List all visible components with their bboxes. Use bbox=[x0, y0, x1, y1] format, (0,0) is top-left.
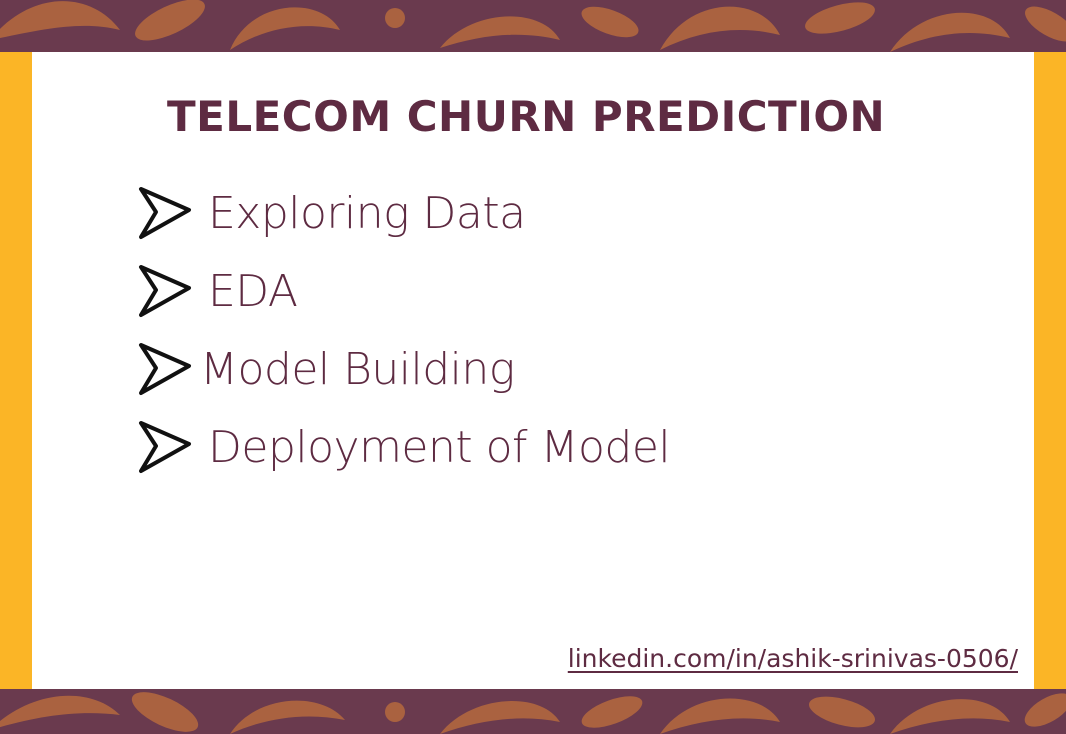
arrow-right-icon bbox=[139, 343, 191, 395]
agenda-item-exploring-data: Exploring Data bbox=[136, 174, 670, 252]
arrow-right-icon bbox=[139, 265, 191, 317]
slide-title: TELECOM CHURN PREDICTION bbox=[167, 92, 886, 141]
agenda-item-label: Model Building bbox=[200, 343, 515, 395]
agenda-item-deployment: Deployment of Model bbox=[136, 408, 671, 486]
arrow-right-icon bbox=[139, 187, 191, 239]
linkedin-link[interactable]: linkedin.com/in/ashik-srinivas-0506/ bbox=[568, 644, 1018, 673]
agenda-item-label: EDA bbox=[208, 265, 298, 317]
agenda-item-label: Deployment of Model bbox=[208, 421, 671, 473]
agenda-item-label: Exploring Data bbox=[208, 187, 526, 239]
slide-card: TELECOM CHURN PREDICTION Exploring Data … bbox=[32, 52, 1034, 689]
agenda-item-eda: EDA bbox=[136, 252, 670, 330]
agenda-list: Exploring Data EDA Model Building Deploy… bbox=[136, 174, 671, 486]
agenda-item-model-building: Model Building bbox=[136, 330, 670, 408]
arrow-right-icon bbox=[139, 421, 191, 473]
